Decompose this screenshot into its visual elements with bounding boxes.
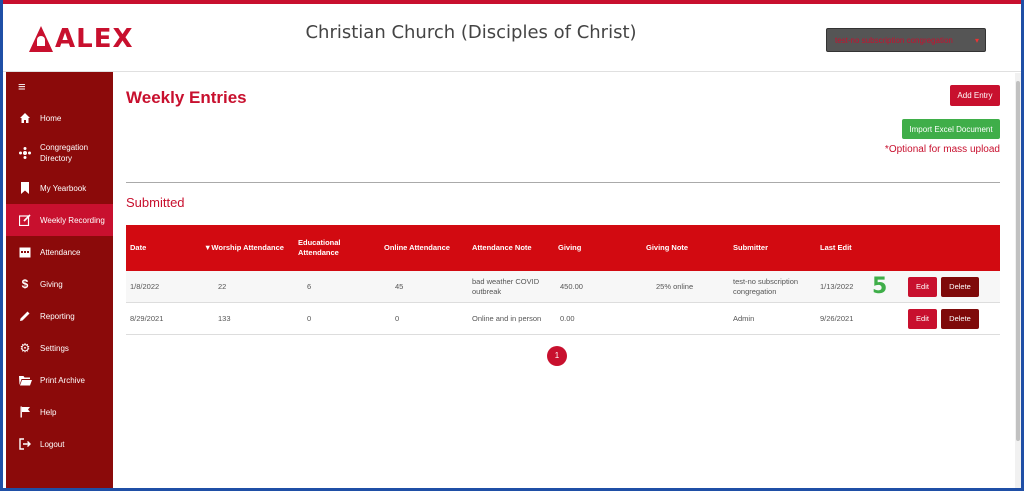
sidebar-item-label: Help <box>40 407 57 417</box>
hamburger-icon[interactable]: ≡ <box>6 72 113 102</box>
sidebar-item-label: Settings <box>40 343 69 353</box>
add-entry-button[interactable]: Add Entry <box>950 85 1000 106</box>
cell-badge: 5 <box>868 271 904 302</box>
sidebar-item-label: Weekly Recording <box>40 215 105 225</box>
gear-icon: ⚙ <box>19 341 31 355</box>
sidebar-item-label: My Yearbook <box>40 183 87 193</box>
dollar-icon: $ <box>21 277 29 291</box>
sidebar-item-settings[interactable]: ⚙ Settings <box>6 332 113 364</box>
sidebar-item-home[interactable]: Home <box>6 102 113 134</box>
sidebar-item-label: Reporting <box>40 311 75 321</box>
optional-upload-note: *Optional for mass upload <box>884 144 1000 155</box>
sidebar-item-label: Logout <box>40 439 65 449</box>
cell-giving: 450.00 <box>560 281 583 291</box>
sidebar-item-label: Congregation Directory <box>40 143 89 163</box>
folder-icon <box>18 373 32 387</box>
edit-button[interactable]: Edit <box>908 308 937 329</box>
cell-actions: Edit Delete <box>904 303 996 334</box>
column-header-worship[interactable]: ▼Worship Attendance <box>200 225 294 271</box>
sidebar-item-label: Attendance <box>40 247 81 257</box>
sidebar-item-print-archive[interactable]: Print Archive <box>6 364 113 396</box>
table-header: Date ▼Worship Attendance Educational Att… <box>126 225 1000 271</box>
flag-icon <box>18 405 32 419</box>
app-window: ALEX Christian Church (Disciples of Chri… <box>0 0 1024 491</box>
sidebar-item-logout[interactable]: Logout <box>6 428 113 460</box>
edit-button[interactable]: Edit <box>908 276 937 297</box>
church-name: Christian Church (Disciples of Christ) <box>305 22 637 43</box>
entries-table: Date ▼Worship Attendance Educational Att… <box>126 225 1000 335</box>
sidebar-item-giving[interactable]: $ Giving <box>6 268 113 300</box>
section-divider <box>126 182 1000 183</box>
cell-worship: 22 <box>218 281 227 291</box>
account-dropdown[interactable]: test-no subscription congregation ▾ <box>826 28 986 52</box>
sidebar: ≡ Home Congregation Directory My Yearboo… <box>6 72 113 488</box>
sidebar-item-reporting[interactable]: Reporting <box>6 300 113 332</box>
column-header-educational[interactable]: Educational Attendance <box>294 225 380 271</box>
cell-giving: 0.00 <box>560 313 575 323</box>
column-header-last-edit[interactable]: Last Edit <box>816 225 868 271</box>
sidebar-item-yearbook[interactable]: My Yearbook <box>6 172 113 204</box>
cell-giving-note <box>642 303 729 334</box>
directory-icon <box>18 146 32 160</box>
cell-online: 45 <box>395 281 404 291</box>
cell-actions: Edit Delete <box>904 271 996 302</box>
cell-educational: 0 <box>307 313 312 323</box>
cell-note: Online and in person <box>472 313 542 323</box>
scrollbar-thumb[interactable] <box>1016 81 1020 441</box>
logout-icon <box>18 437 32 451</box>
cell-last-edit: 9/26/2021 <box>820 313 854 323</box>
bookmark-icon <box>18 181 32 195</box>
vertical-scrollbar[interactable] <box>1015 73 1021 488</box>
import-excel-button[interactable]: Import Excel Document <box>902 119 1000 139</box>
pagination-page[interactable]: 1 <box>547 346 567 366</box>
cell-note: bad weather COVID outbreak <box>472 276 540 296</box>
page-title: Weekly Entries <box>126 88 247 107</box>
column-header-date[interactable]: Date <box>126 225 200 271</box>
column-header-submitter[interactable]: Submitter <box>729 225 816 271</box>
calendar-icon <box>18 245 32 259</box>
sidebar-item-label: Giving <box>40 279 63 289</box>
edit-icon <box>18 213 32 227</box>
count-badge: 5 <box>872 273 888 299</box>
sidebar-item-weekly-recording[interactable]: Weekly Recording <box>6 204 113 236</box>
cell-educational: 6 <box>307 281 312 291</box>
column-header-actions <box>904 225 996 271</box>
table-row: 1/8/2022 22 6 45 bad weather COVID outbr… <box>126 271 1000 303</box>
column-header-giving[interactable]: Giving <box>554 225 642 271</box>
header: ALEX Christian Church (Disciples of Chri… <box>3 4 1021 72</box>
main-content: Weekly Entries Add Entry Import Excel Do… <box>113 73 1015 488</box>
cell-worship: 133 <box>218 313 231 323</box>
sidebar-item-label: Print Archive <box>40 375 85 385</box>
cell-date: 1/8/2022 <box>130 281 160 291</box>
delete-button[interactable]: Delete <box>941 276 979 297</box>
pencil-icon <box>18 309 32 323</box>
sidebar-item-attendance[interactable]: Attendance <box>6 236 113 268</box>
caret-down-icon: ▾ <box>974 36 979 45</box>
cell-submitter: test-no subscription congregation <box>733 276 799 296</box>
sidebar-item-label: Home <box>40 113 62 123</box>
cell-badge <box>868 303 904 334</box>
column-header-online[interactable]: Online Attendance <box>380 225 468 271</box>
column-header-giving-note[interactable]: Giving Note <box>642 225 729 271</box>
column-header-note[interactable]: Attendance Note <box>468 225 554 271</box>
home-icon <box>18 111 32 125</box>
delete-button[interactable]: Delete <box>941 308 979 329</box>
section-title: Submitted <box>126 195 185 210</box>
table-row: 8/29/2021 133 0 0 Online and in person 0… <box>126 303 1000 335</box>
cell-submitter: Admin <box>733 313 755 323</box>
account-label: test-no subscription congregation <box>835 36 953 45</box>
sidebar-item-directory[interactable]: Congregation Directory <box>6 134 113 172</box>
sidebar-item-help[interactable]: Help <box>6 396 113 428</box>
cell-date: 8/29/2021 <box>130 313 164 323</box>
cell-giving-note: 25% online <box>656 281 694 291</box>
cell-online: 0 <box>395 313 400 323</box>
column-header-badge <box>868 225 904 271</box>
cell-last-edit: 1/13/2022 <box>820 281 854 291</box>
